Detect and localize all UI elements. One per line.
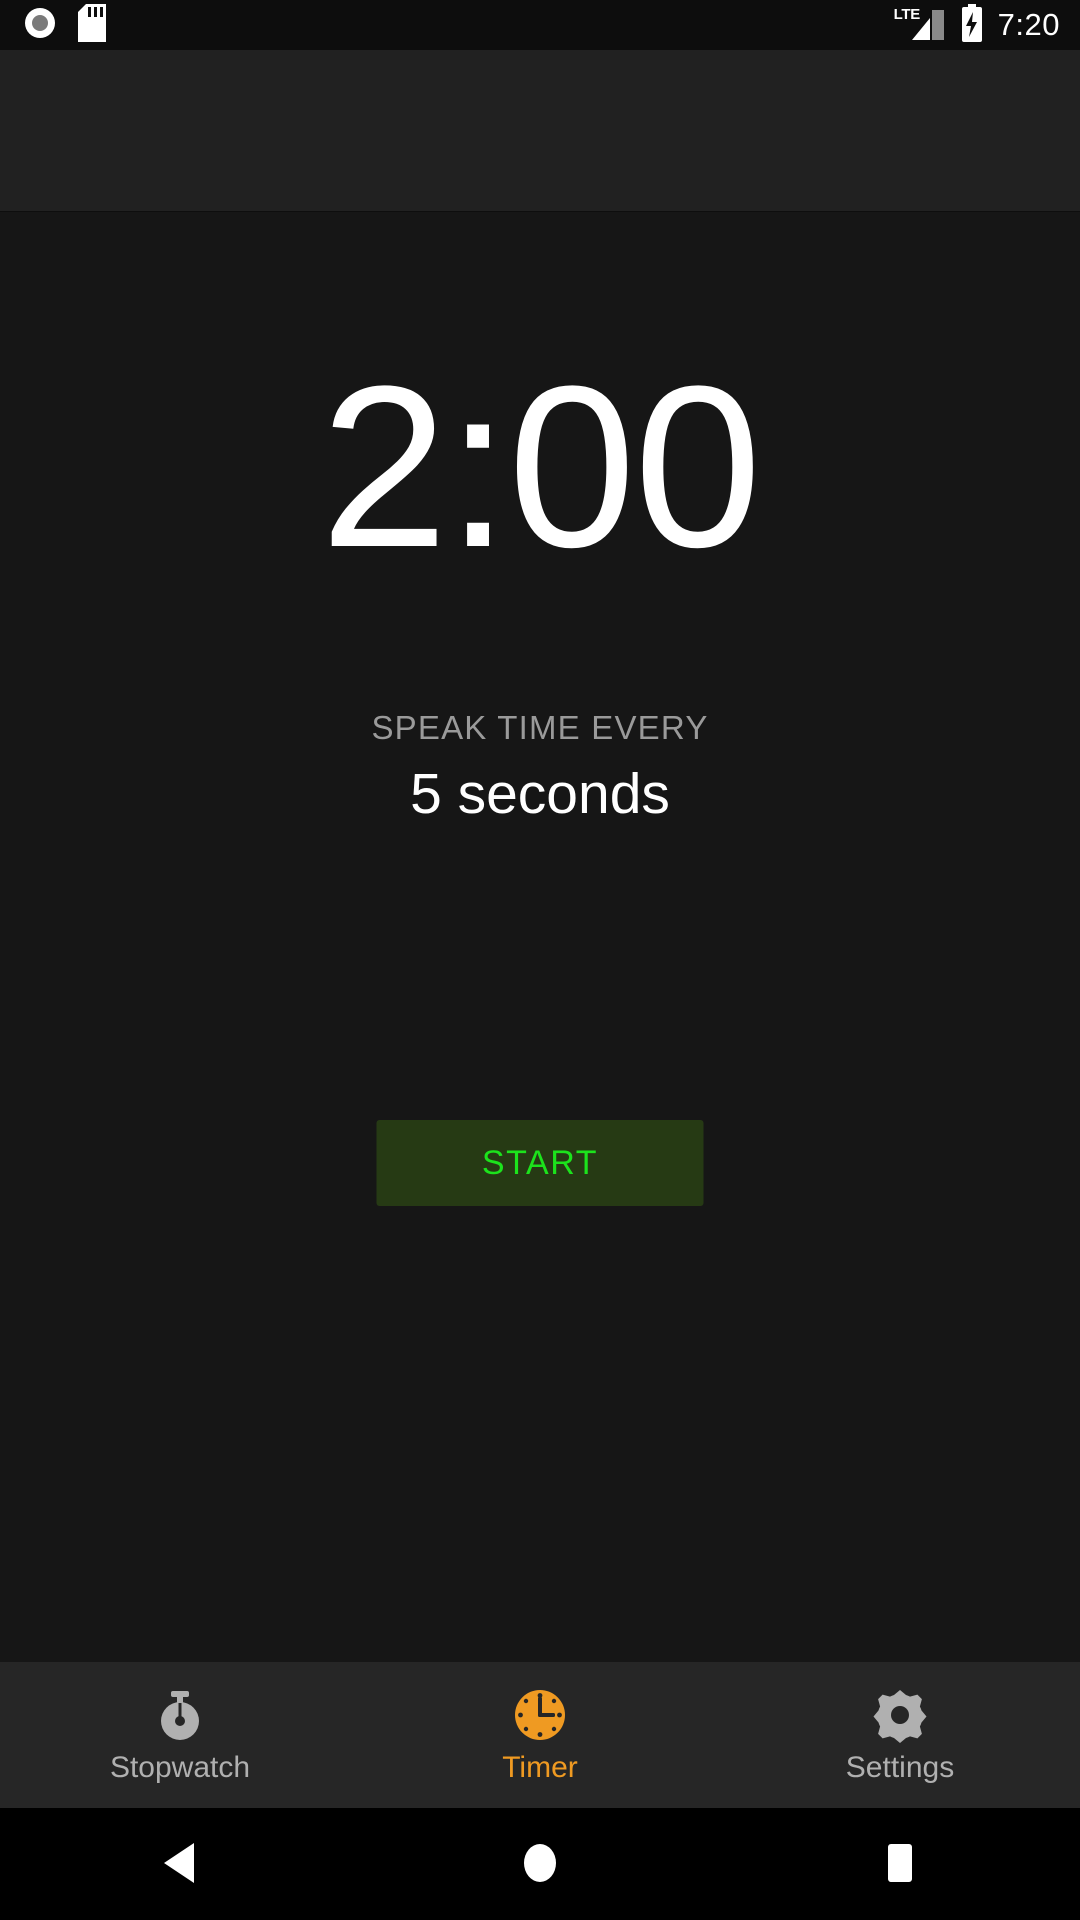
stopwatch-icon (152, 1687, 208, 1743)
record-indicator-icon (22, 5, 58, 46)
phone-screen: LTE 7:20 2:00 SPEAK TIME EVERY 5 seconds… (0, 0, 1080, 1920)
home-circle-icon (516, 1839, 564, 1890)
back-triangle-icon (158, 1839, 202, 1890)
sd-card-icon (78, 3, 106, 47)
tab-timer-label: Timer (502, 1751, 578, 1784)
timer-value: 2:00 (320, 338, 762, 595)
speak-time-section[interactable]: SPEAK TIME EVERY 5 seconds (371, 709, 709, 828)
status-bar-right-icons: LTE 7:20 (894, 3, 1060, 47)
timer-screen: 2:00 SPEAK TIME EVERY 5 seconds START (0, 212, 1080, 1662)
battery-charging-icon (960, 3, 984, 47)
status-bar-clock: 7:20 (997, 7, 1060, 42)
clock-icon (512, 1687, 568, 1743)
tab-settings[interactable]: Settings (720, 1662, 1080, 1808)
back-button[interactable] (0, 1808, 360, 1920)
gear-icon (872, 1687, 928, 1743)
bottom-tab-bar: Stopwatch Timer Settings (0, 1662, 1080, 1808)
tab-stopwatch[interactable]: Stopwatch (0, 1662, 360, 1808)
app-bar (0, 50, 1080, 212)
tab-stopwatch-label: Stopwatch (109, 1751, 251, 1784)
recents-button[interactable] (720, 1808, 1080, 1920)
home-button[interactable] (360, 1808, 720, 1920)
recents-square-icon (879, 1839, 921, 1890)
speak-time-label: SPEAK TIME EVERY (371, 709, 709, 746)
start-button[interactable]: START (376, 1120, 704, 1206)
status-bar: LTE 7:20 (0, 0, 1080, 50)
speak-time-value: 5 seconds (410, 762, 670, 827)
signal-bars-icon: LTE (894, 7, 946, 42)
tab-settings-label: Settings (845, 1751, 955, 1784)
tab-timer[interactable]: Timer (360, 1662, 720, 1808)
android-nav-bar (0, 1808, 1080, 1920)
status-bar-left-icons (22, 3, 106, 47)
